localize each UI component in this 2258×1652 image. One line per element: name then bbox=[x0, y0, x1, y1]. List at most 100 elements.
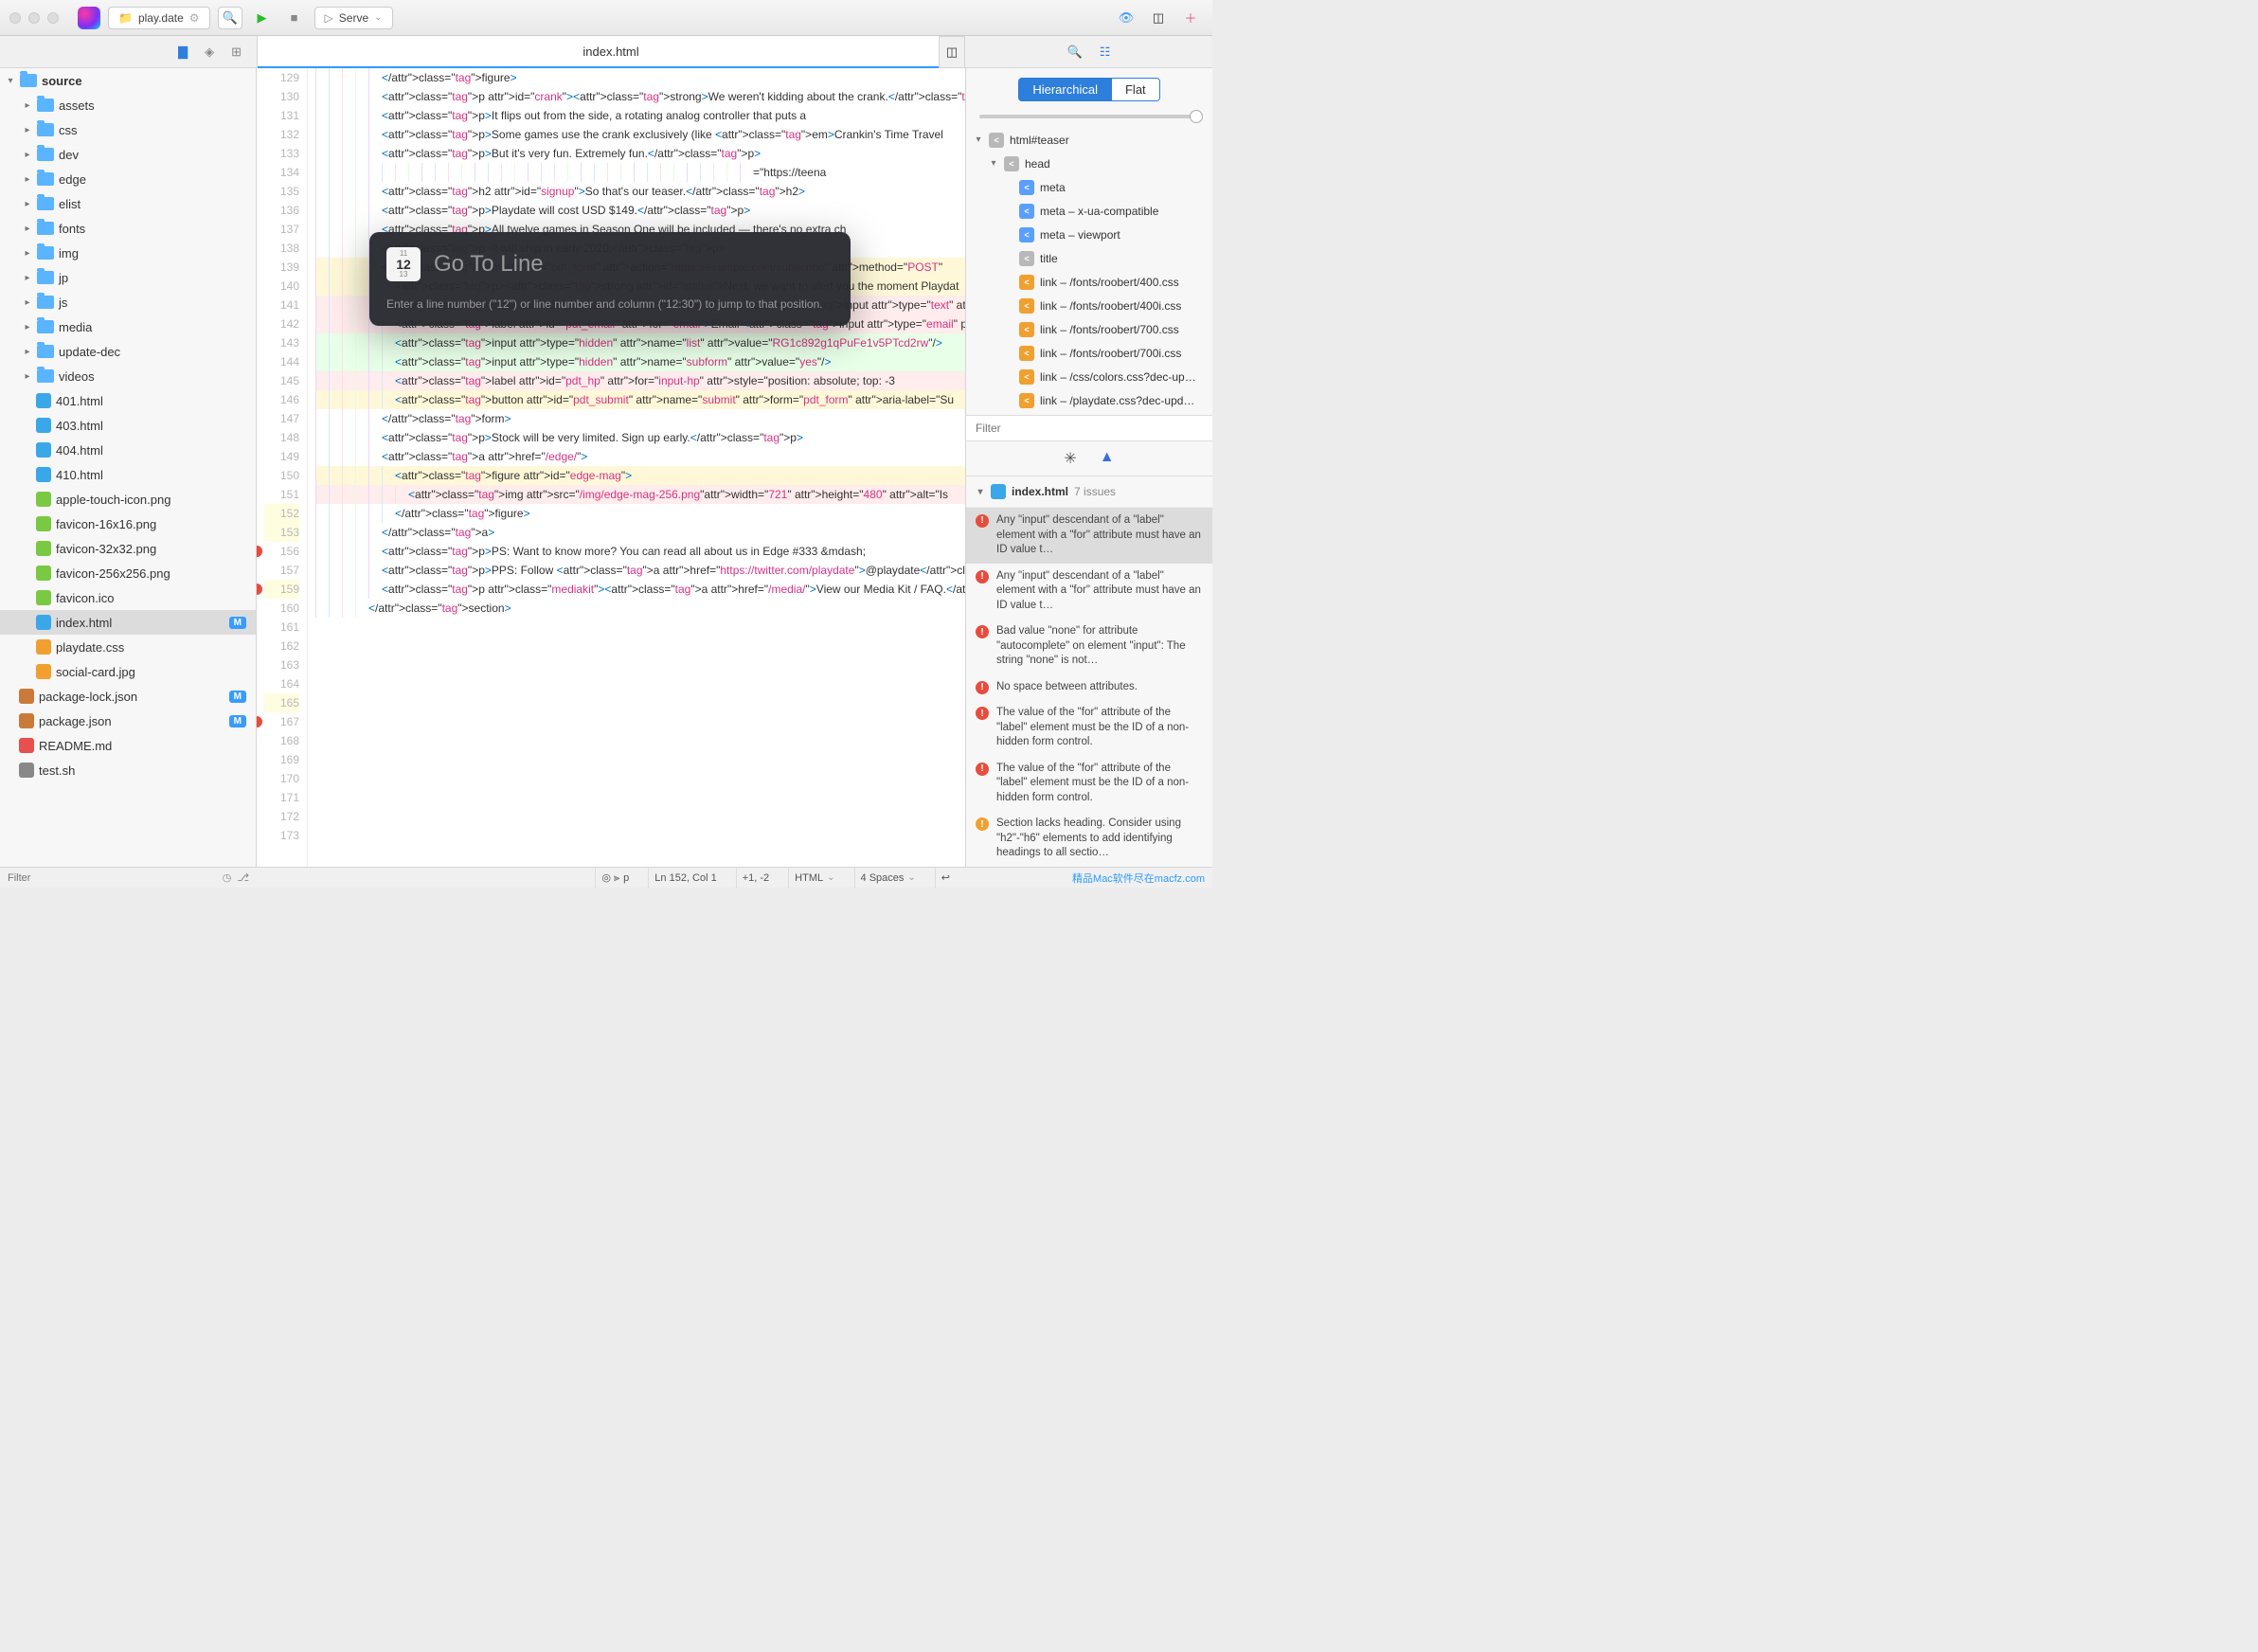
run-button[interactable]: ▶ bbox=[250, 7, 275, 29]
tree-file[interactable]: favicon.ico bbox=[0, 585, 256, 610]
right-panel-toggle[interactable]: ◫ bbox=[939, 36, 965, 68]
tree-file[interactable]: package.jsonM bbox=[0, 709, 256, 733]
cursor-position[interactable]: Ln 152, Col 1 bbox=[648, 868, 722, 889]
tree-file[interactable]: 410.html bbox=[0, 462, 256, 487]
scm-icon[interactable]: ⎇ bbox=[237, 871, 249, 884]
disclose-icon[interactable]: ▸ bbox=[23, 297, 32, 308]
tree-file[interactable]: README.md bbox=[0, 733, 256, 758]
grid-view-icon[interactable]: ⊞ bbox=[231, 45, 242, 60]
clock-icon[interactable]: ◷ bbox=[223, 871, 232, 884]
disclose-icon[interactable]: ▸ bbox=[23, 150, 32, 160]
tree-file[interactable]: apple-touch-icon.png bbox=[0, 487, 256, 512]
disclose-icon[interactable]: ▸ bbox=[23, 347, 32, 357]
goto-line-panel[interactable]: 11 12 13 Go To Line Enter a line number … bbox=[369, 232, 851, 326]
dom-node[interactable]: <link – /fonts/roobert/400i.css bbox=[966, 294, 1212, 317]
tree-folder[interactable]: ▸assets bbox=[0, 93, 256, 117]
add-button[interactable]: ＋ bbox=[1178, 7, 1203, 29]
tab-title[interactable]: index.html bbox=[582, 45, 638, 59]
run-config[interactable]: ▷ Serve ⌄ bbox=[314, 7, 393, 29]
issue-row[interactable]: !The value of the "for" attribute of the… bbox=[966, 700, 1212, 756]
search-button[interactable]: 🔍 bbox=[218, 7, 242, 29]
issue-row[interactable]: !The value of the "for" attribute of the… bbox=[966, 756, 1212, 812]
disclose-icon[interactable]: ▸ bbox=[23, 322, 32, 332]
panel-toggle-button[interactable]: ◫ bbox=[1146, 7, 1171, 29]
issues-all-icon[interactable]: ✳ bbox=[1064, 449, 1076, 468]
issues-file-row[interactable]: ▾ index.html 7 issues bbox=[966, 476, 1212, 508]
depth-slider[interactable] bbox=[966, 111, 1212, 128]
search-icon[interactable]: 🔍 bbox=[1067, 45, 1083, 60]
dom-node[interactable]: <link – /fonts/roobert/400.css bbox=[966, 270, 1212, 294]
dom-node[interactable]: <link – /playdate.css?dec-upd… bbox=[966, 388, 1212, 412]
tree-file[interactable]: favicon-256x256.png bbox=[0, 561, 256, 585]
issue-row[interactable]: !Section lacks heading. Consider using "… bbox=[966, 811, 1212, 867]
tree-file[interactable]: 404.html bbox=[0, 438, 256, 462]
tree-file[interactable]: favicon-16x16.png bbox=[0, 512, 256, 536]
dom-node[interactable]: <meta – x-ua-compatible bbox=[966, 199, 1212, 223]
tree-folder[interactable]: ▸fonts bbox=[0, 216, 256, 241]
disclose-icon[interactable]: ▾ bbox=[989, 158, 998, 169]
issues-warn-icon[interactable]: ▲ bbox=[1100, 449, 1115, 468]
disclose-icon[interactable]: ▸ bbox=[23, 100, 32, 111]
tree-folder[interactable]: ▸videos bbox=[0, 364, 256, 388]
issue-row[interactable]: !Bad value "none" for attribute "autocom… bbox=[966, 619, 1212, 674]
issue-row[interactable]: !Any "input" descendant of a "label" ele… bbox=[966, 508, 1212, 564]
dom-node[interactable]: ▾<html#teaser bbox=[966, 128, 1212, 152]
tree-folder[interactable]: ▸img bbox=[0, 241, 256, 265]
dom-node[interactable]: <meta bbox=[966, 175, 1212, 199]
dom-node[interactable]: <link – /fonts/roobert/700.css bbox=[966, 317, 1212, 341]
tree-folder[interactable]: ▸media bbox=[0, 314, 256, 339]
code-area[interactable]: </attr">class="tag">figure><attr">class=… bbox=[308, 68, 965, 867]
dom-node[interactable]: ▾<head bbox=[966, 152, 1212, 175]
wrap-icon[interactable]: ↩ bbox=[935, 868, 956, 889]
tree-folder[interactable]: ▸elist bbox=[0, 191, 256, 216]
minimize-window[interactable] bbox=[28, 12, 40, 24]
tree-folder[interactable]: ▸edge bbox=[0, 167, 256, 191]
close-window[interactable] bbox=[9, 12, 21, 24]
tab-flat[interactable]: Flat bbox=[1112, 78, 1160, 101]
tree-file[interactable]: index.htmlM bbox=[0, 610, 256, 635]
breadcrumb[interactable]: ◎ ⫸ p bbox=[595, 868, 635, 889]
tree-file[interactable]: playdate.css bbox=[0, 635, 256, 659]
tree-folder[interactable]: ▸jp bbox=[0, 265, 256, 290]
tree-file[interactable]: 403.html bbox=[0, 413, 256, 438]
tree-file[interactable]: social-card.jpg bbox=[0, 659, 256, 684]
language-mode[interactable]: HTML ⌄ bbox=[788, 868, 840, 889]
dom-filter-input[interactable] bbox=[966, 416, 1212, 440]
tree-file[interactable]: test.sh bbox=[0, 758, 256, 782]
disclose-icon[interactable]: ▸ bbox=[23, 248, 32, 259]
project-selector[interactable]: 📁 play.date ⚙ bbox=[108, 7, 210, 29]
tree-folder[interactable]: ▸js bbox=[0, 290, 256, 314]
symbols-view-icon[interactable]: ◈ bbox=[205, 45, 214, 60]
zoom-window[interactable] bbox=[47, 12, 59, 24]
issue-row[interactable]: !Any "input" descendant of a "label" ele… bbox=[966, 564, 1212, 620]
issue-row[interactable]: !No space between attributes. bbox=[966, 674, 1212, 701]
tab-hierarchical[interactable]: Hierarchical bbox=[1018, 78, 1112, 101]
disclose-icon[interactable]: ▾ bbox=[6, 76, 15, 86]
disclose-icon[interactable]: ▸ bbox=[23, 174, 32, 185]
tree-file[interactable]: favicon-32x32.png bbox=[0, 536, 256, 561]
preview-button[interactable]: 👁 bbox=[1114, 7, 1138, 29]
structure-icon[interactable]: ☷ bbox=[1100, 45, 1111, 60]
dom-node[interactable]: <link – /css/colors.css?dec-up… bbox=[966, 365, 1212, 388]
indent-mode[interactable]: 4 Spaces ⌄ bbox=[854, 868, 922, 889]
stop-button[interactable]: ■ bbox=[282, 7, 307, 29]
tree-folder[interactable]: ▸dev bbox=[0, 142, 256, 167]
tree-file[interactable]: 401.html bbox=[0, 388, 256, 413]
disclose-icon[interactable]: ▸ bbox=[23, 199, 32, 209]
dom-node[interactable]: <title bbox=[966, 246, 1212, 270]
sidebar-filter-input[interactable] bbox=[8, 872, 217, 884]
tree-folder[interactable]: ▸update-dec bbox=[0, 339, 256, 364]
disclose-icon[interactable]: ▸ bbox=[23, 224, 32, 234]
code-editor[interactable]: 1291301311321331341351361371381391401411… bbox=[257, 68, 965, 867]
tree-file[interactable]: package-lock.jsonM bbox=[0, 684, 256, 709]
disclose-icon[interactable]: ▸ bbox=[23, 273, 32, 283]
diff-stat[interactable]: +1, -2 bbox=[736, 868, 775, 889]
disclose-icon[interactable]: ▾ bbox=[974, 135, 983, 145]
dom-node[interactable]: <meta – viewport bbox=[966, 223, 1212, 246]
tree-root[interactable]: ▾ source bbox=[0, 68, 256, 93]
disclose-icon[interactable]: ▸ bbox=[23, 371, 32, 382]
files-view-icon[interactable]: ▇ bbox=[178, 45, 188, 60]
dom-node[interactable]: <link – /fonts/roobert/700i.css bbox=[966, 341, 1212, 365]
disclose-icon[interactable]: ▾ bbox=[976, 487, 985, 497]
disclose-icon[interactable]: ▸ bbox=[23, 125, 32, 135]
